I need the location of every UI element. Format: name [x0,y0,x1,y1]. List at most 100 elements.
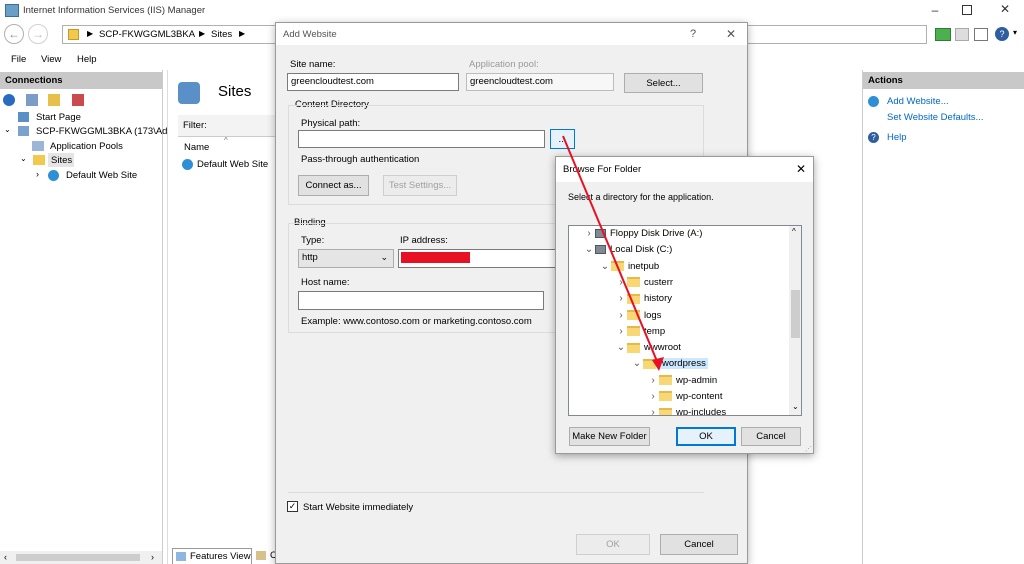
back-arrow-icon[interactable]: ← [4,24,24,44]
physical-path-input[interactable] [298,130,545,148]
actions-panel: Actions Add Website... Set Website Defau… [862,70,1024,564]
sort-indicator-icon: ^ [224,136,228,145]
browse-ok-button[interactable]: OK [676,427,736,446]
type-select[interactable]: http ⌄ [298,249,394,268]
folder-tree-item[interactable]: ⌄ wwwroot [615,342,681,357]
physical-path-label: Physical path: [301,118,361,129]
actions-header: Actions [863,72,1024,89]
dialog-close-icon[interactable]: ✕ [726,27,736,41]
browse-cancel-button[interactable]: Cancel [741,427,801,446]
tab-features-view[interactable]: Features View [172,548,252,564]
sites-chevron-icon[interactable]: ⌄ [20,154,27,163]
start-immediately-label[interactable]: Start Website immediately [303,502,413,513]
folder-tree-item[interactable]: › wp-content [647,391,722,406]
address-box[interactable]: ▶ SCP-FKWGGML3BKA ▶ Sites ▶ [62,25,278,44]
ip-address-input[interactable] [398,249,558,268]
folder-tree-item[interactable]: › wp-includes [647,407,726,415]
server-chevron-icon[interactable]: ⌄ [4,125,11,134]
tree-vscroll[interactable]: ^ ⌄ [789,226,801,415]
chevron-down-icon[interactable]: ⌄ [583,244,595,255]
scroll-left-icon[interactable]: ‹ [4,552,7,562]
action-set-defaults[interactable]: Set Website Defaults... [887,112,983,123]
chevron-right-icon[interactable]: › [647,375,659,386]
scroll-thumb[interactable] [16,554,140,561]
folder-tree-item[interactable]: › history [615,293,672,308]
delete-connection-icon[interactable] [72,94,84,106]
menu-help[interactable]: Help [77,54,97,65]
test-settings-button[interactable]: Test Settings... [383,175,457,196]
chevron-right-icon[interactable]: › [615,326,627,337]
folder-icon [659,375,672,386]
folder-tree-item[interactable]: ⌄ Local Disk (C:) [583,244,673,259]
chevron-down-icon[interactable]: ⌄ [615,342,627,353]
menu-file[interactable]: File [11,54,26,65]
connect-as-button[interactable]: Connect as... [298,175,369,196]
start-immediately-checkbox[interactable]: ✓ [287,501,298,512]
forward-arrow-icon[interactable]: → [28,24,48,44]
maximize-button[interactable] [962,5,972,15]
breadcrumb-server[interactable]: SCP-FKWGGML3BKA [99,29,195,40]
menu-view[interactable]: View [41,54,61,65]
chevron-right-icon[interactable]: › [583,228,595,239]
folder-tree-item[interactable]: › custerr [615,277,673,292]
resize-grip-icon[interactable]: ⋰ [805,445,812,453]
folder-tree-item[interactable]: ⌄ wordpress [631,358,708,373]
connections-hscroll[interactable]: ‹ › [0,551,162,564]
scroll-up-icon[interactable]: ^ [792,227,796,236]
content-view-icon [256,551,266,560]
folder-tree-item[interactable]: › temp [615,326,665,341]
connections-title: Connections [5,75,63,86]
folder-icon [627,293,640,304]
add-website-cancel-button[interactable]: Cancel [660,534,738,555]
default-site-chevron-icon[interactable]: › [36,169,39,179]
make-new-folder-button[interactable]: Make New Folder [569,427,650,446]
toolbar-stop-icon[interactable] [955,28,969,41]
folder-tree[interactable]: › Floppy Disk Drive (A:) ⌄ Local Disk (C:) ⌄… [568,225,802,416]
action-help[interactable]: Help [887,132,907,143]
save-icon[interactable] [26,94,38,106]
toolbar-help-dropdown-icon[interactable]: ▾ [1013,28,1017,37]
toolbar-home-icon[interactable] [974,28,988,41]
sites-panel-title: Sites [218,83,252,100]
host-example-text: Example: www.contoso.com or marketing.co… [301,316,532,327]
connect-icon[interactable] [3,94,15,106]
chevron-right-icon[interactable]: › [615,277,627,288]
chevron-right-icon[interactable]: › [647,391,659,402]
close-window-button[interactable]: ✕ [998,2,1012,16]
folder-tree-item[interactable]: › wp-admin [647,375,717,390]
chevron-down-icon[interactable]: ⌄ [631,358,643,369]
dialog-help-icon[interactable]: ? [690,28,696,40]
app-pools-label: Application Pools [50,141,123,152]
action-add-website[interactable]: Add Website... [887,96,949,107]
select-app-pool-button[interactable]: Select... [624,73,703,93]
chevron-right-icon[interactable]: › [615,293,627,304]
name-column-header[interactable]: Name [184,142,209,153]
toolbar-green-icon[interactable] [935,28,951,41]
chevron-right-icon[interactable]: › [615,310,627,321]
scroll-down-icon[interactable]: ⌄ [792,402,799,411]
folder-tree-item[interactable]: › Floppy Disk Drive (A:) [583,228,702,243]
chevron-down-icon[interactable]: ⌄ [599,261,611,272]
app-pools-icon [32,141,44,151]
connections-panel: Connections Start Page ⌄ SCP-FKWGGML3BKA… [0,70,167,564]
folder-tree-item[interactable]: › logs [615,310,661,325]
scroll-right-icon[interactable]: › [151,552,154,562]
up-icon[interactable] [48,94,60,106]
folder-tree-item-label: history [644,293,672,305]
folder-icon [659,391,672,402]
breadcrumb-arrow-icon: ▶ [87,29,94,38]
chevron-right-icon[interactable]: › [647,407,659,415]
server-label: SCP-FKWGGML3BKA (173\Ad [36,126,168,137]
server-node-icon [18,126,29,136]
host-name-input[interactable] [298,291,544,310]
breadcrumb-sites[interactable]: Sites [211,29,232,40]
browse-path-button[interactable]: ... [550,129,575,149]
browse-close-icon[interactable]: ✕ [796,162,806,176]
add-website-ok-button[interactable]: OK [576,534,650,555]
type-select-value: http [302,252,318,263]
tree-scroll-thumb[interactable] [791,290,800,338]
site-name-input[interactable]: greencloudtest.com [287,73,459,91]
toolbar-help-icon[interactable]: ? [995,27,1009,41]
minimize-button[interactable]: – [928,3,942,17]
folder-tree-item[interactable]: ⌄ inetpub [599,261,659,276]
